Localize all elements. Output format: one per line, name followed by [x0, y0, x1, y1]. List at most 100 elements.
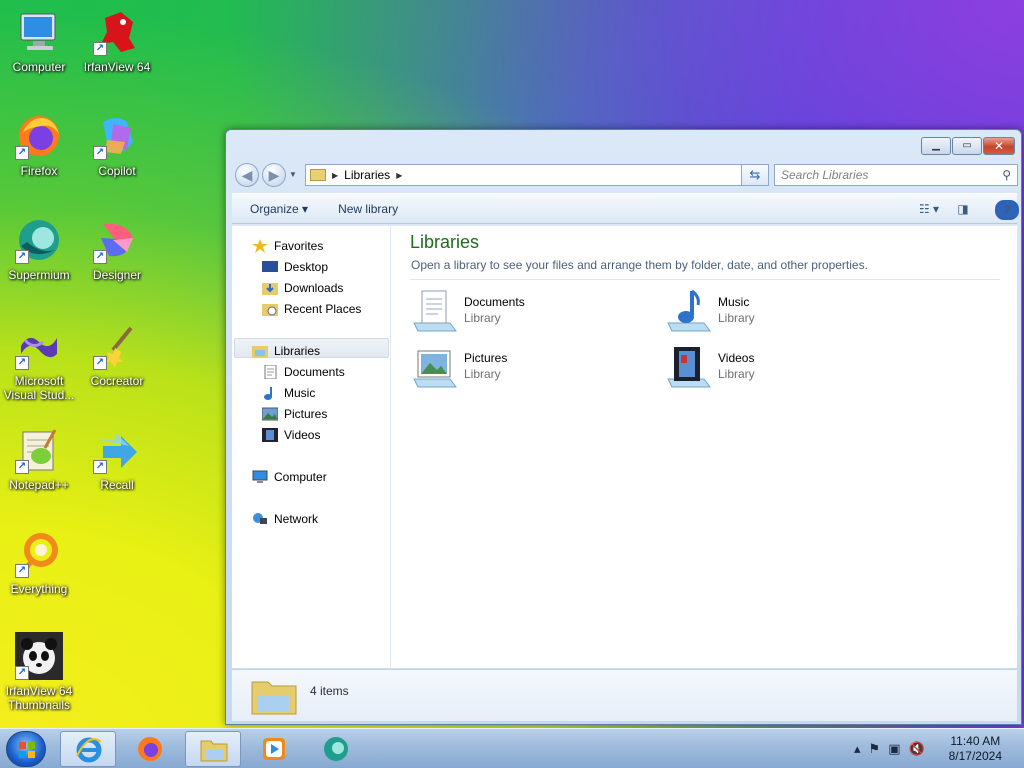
desktop-icon-recall[interactable]: ↗ Recall — [80, 426, 154, 492]
nav-item-documents[interactable]: Documents — [262, 361, 345, 382]
libraries-folder-icon — [310, 169, 326, 181]
clock-date: 8/17/2024 — [948, 749, 1002, 763]
pictures-icon — [261, 407, 279, 421]
shortcut-arrow-icon: ↗ — [93, 146, 107, 160]
nav-item-music[interactable]: Music — [262, 382, 315, 403]
library-name: Pictures — [464, 351, 508, 365]
desktop-icon-designer[interactable]: ↗ Designer — [80, 216, 154, 282]
internet-explorer-icon — [75, 736, 103, 764]
library-item-music[interactable]: Music Library — [664, 289, 864, 337]
library-item-documents[interactable]: Documents Library — [410, 289, 610, 337]
breadcrumb-separator-icon[interactable]: ▶ — [396, 171, 402, 180]
supermium-icon — [322, 735, 350, 763]
nav-item-network[interactable]: Network — [252, 508, 318, 529]
desktop-icon-cocreator[interactable]: ↗ Cocreator — [80, 322, 154, 388]
search-input[interactable]: Search Libraries ⚲ — [774, 164, 1018, 186]
windows-logo-icon — [19, 742, 35, 758]
nav-item-recent-places[interactable]: Recent Places — [262, 298, 361, 319]
address-bar[interactable]: ▶ Libraries ▶ ▼ — [305, 164, 764, 186]
taskbar-supermium[interactable] — [308, 731, 364, 767]
nav-item-desktop[interactable]: Desktop — [262, 256, 328, 277]
recent-pages-dropdown-icon[interactable]: ▼ — [289, 170, 297, 179]
window-controls: ▁ ▭ ✕ — [920, 137, 1015, 155]
clock-time: 11:40 AM — [950, 734, 1001, 748]
shortcut-arrow-icon: ↗ — [93, 250, 107, 264]
breadcrumb-libraries[interactable]: Libraries — [344, 168, 390, 182]
taskbar-firefox[interactable] — [122, 731, 178, 767]
supermium-icon: ↗ — [15, 216, 63, 264]
refresh-button[interactable]: ⇆ — [741, 164, 769, 186]
desktop-icon-notepadpp[interactable]: ↗ Notepad++ — [2, 426, 76, 492]
computer-icon — [252, 470, 268, 484]
desktop-icon-visual-studio[interactable]: ↗ Microsoft Visual Stud... — [2, 322, 76, 402]
new-library-button[interactable]: New library — [320, 202, 410, 216]
nav-item-favorites[interactable]: Favorites — [252, 235, 323, 256]
clock[interactable]: 11:40 AM 8/17/2024 — [949, 734, 1002, 764]
back-button[interactable]: ◀ — [235, 163, 259, 187]
network-icon — [252, 512, 268, 526]
library-name: Documents — [464, 295, 525, 309]
search-icon[interactable]: ⚲ — [1002, 165, 1011, 185]
nav-item-videos[interactable]: Videos — [262, 424, 320, 445]
nav-item-downloads[interactable]: Downloads — [262, 277, 343, 298]
shortcut-arrow-icon: ↗ — [15, 460, 29, 474]
library-name: Music — [718, 295, 750, 309]
music-icon — [262, 386, 278, 400]
volume-muted-icon[interactable]: 🔇 — [908, 741, 924, 757]
desktop-icon-firefox[interactable]: ↗ Firefox — [2, 112, 76, 178]
desktop-icon-irfanview-thumbnails[interactable]: ↗ IrfanView 64 Thumbnails — [2, 632, 76, 712]
library-type: Library — [464, 367, 501, 381]
nav-item-computer[interactable]: Computer — [252, 466, 327, 487]
network-status-icon[interactable]: ▣ — [888, 741, 900, 757]
close-button[interactable]: ✕ — [983, 137, 1015, 155]
preview-pane-icon[interactable]: ◨ — [951, 199, 975, 219]
view-controls: ☷ ▾ ◨ ? — [907, 199, 1019, 220]
nav-label: Libraries — [274, 343, 321, 358]
desktop-icon-label: Firefox — [20, 164, 58, 178]
taskbar-internet-explorer[interactable] — [60, 731, 116, 767]
desktop-icon-everything[interactable]: ↗ Everything — [2, 530, 76, 596]
videos-icon — [262, 427, 278, 442]
everything-icon: ↗ — [15, 530, 63, 578]
title-bar[interactable]: ▁ ▭ ✕ — [226, 130, 1021, 160]
desktop-icon — [262, 260, 278, 274]
library-item-pictures[interactable]: Pictures Library — [410, 345, 610, 393]
change-view-icon[interactable]: ☷ ▾ — [917, 199, 941, 219]
libraries-icon — [252, 344, 268, 358]
desktop-icon-label: Computer — [12, 60, 66, 74]
desktop-icon-label: IrfanView 64 — [83, 60, 151, 74]
minimize-button[interactable]: ▁ — [921, 137, 951, 155]
desktop-icon-irfanview[interactable]: ↗ IrfanView 64 — [80, 8, 154, 74]
music-library-icon — [664, 289, 712, 335]
forward-button[interactable]: ▶ — [262, 163, 286, 187]
help-button[interactable]: ? — [985, 199, 1019, 220]
library-item-videos[interactable]: Videos Library — [664, 345, 864, 393]
star-icon — [252, 238, 268, 253]
nav-item-pictures[interactable]: Pictures — [261, 403, 327, 424]
desktop-icon-label: Copilot — [98, 164, 136, 178]
cocreator-icon: ↗ — [93, 322, 141, 370]
shortcut-arrow-icon: ↗ — [93, 460, 107, 474]
organize-button[interactable]: Organize ▾ — [232, 202, 320, 216]
maximize-button[interactable]: ▭ — [952, 137, 982, 155]
visual-studio-icon: ↗ — [15, 322, 63, 370]
desktop-icon-computer[interactable]: Computer — [2, 8, 76, 74]
shortcut-arrow-icon: ↗ — [15, 564, 29, 578]
nav-item-libraries[interactable]: Libraries — [252, 340, 320, 361]
explorer-folder-icon — [200, 736, 228, 764]
shortcut-arrow-icon: ↗ — [15, 666, 29, 680]
start-button[interactable] — [6, 731, 46, 767]
desktop-icon-supermium[interactable]: ↗ Supermium — [2, 216, 76, 282]
videos-library-icon — [664, 345, 712, 391]
nav-label: Network — [274, 511, 319, 526]
shortcut-arrow-icon: ↗ — [93, 356, 107, 370]
taskbar-media-player[interactable] — [246, 731, 302, 767]
taskbar-explorer[interactable] — [185, 731, 241, 767]
nav-label: Videos — [284, 427, 321, 442]
details-pane: 4 items — [232, 669, 1017, 721]
desktop-icon-copilot[interactable]: ↗ Copilot — [80, 112, 154, 178]
action-center-flag-icon[interactable]: ⚑ — [869, 741, 881, 757]
show-hidden-icons-icon[interactable]: ▴ — [854, 741, 861, 757]
breadcrumb-separator-icon[interactable]: ▶ — [332, 171, 338, 180]
help-icon: ? — [995, 200, 1019, 220]
